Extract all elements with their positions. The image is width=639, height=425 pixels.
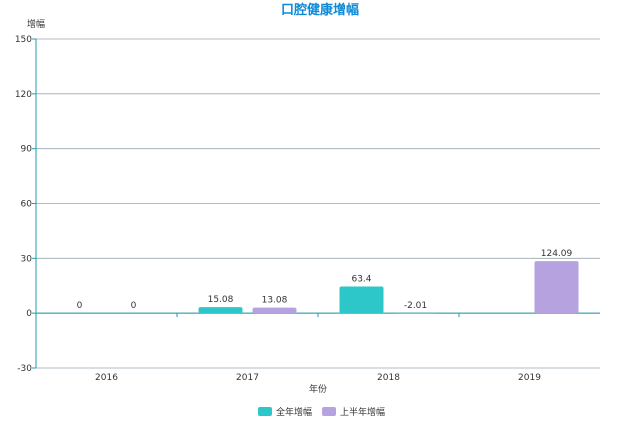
bar-full-year-2017[interactable]	[198, 307, 243, 314]
x-tick-label: 2016	[95, 373, 118, 383]
bar-chart-svg: 口腔健康增幅 增幅 -30 0 30 60 90 120 150 2016 2017 2018 20…	[15, 2, 600, 418]
data-label: 13.08	[262, 296, 288, 306]
y-tick-label: 60	[21, 200, 33, 210]
y-tick-label: 150	[15, 35, 32, 45]
y-tick-label: 0	[26, 309, 32, 319]
bar-half-year-2017[interactable]	[252, 307, 297, 314]
x-axis-title: 年份	[309, 383, 327, 395]
bar-half-year-2018[interactable]	[393, 313, 438, 314]
data-label: 0	[77, 301, 83, 311]
gridlines	[36, 38, 600, 369]
bar-full-year-2018[interactable]	[339, 286, 384, 314]
bar-half-year-2019[interactable]	[534, 261, 579, 314]
legend-label: 全年增幅	[276, 406, 312, 418]
x-tick-label: 2018	[377, 373, 400, 383]
y-axis-title: 增幅	[27, 18, 45, 30]
chart: 口腔健康增幅 增幅 -30 0 30 60 90 120 150 2016 2017 2018 20…	[0, 0, 639, 421]
y-tick-label: 30	[21, 254, 33, 264]
x-tick-label: 2017	[236, 373, 259, 383]
data-label: 0	[131, 301, 137, 311]
legend-swatch	[258, 407, 272, 416]
legend[interactable]: 全年增幅 上半年增幅	[258, 406, 385, 418]
legend-label: 上半年增幅	[340, 406, 385, 418]
y-tick-label: 90	[21, 145, 33, 155]
x-tick-label: 2019	[518, 373, 541, 383]
data-label: -2.01	[404, 301, 427, 311]
axes: -30 0 30 60 90 120 150 2016 2017 2018 2019	[15, 35, 600, 383]
bars[interactable]	[198, 261, 579, 314]
data-label: 124.09	[541, 249, 573, 259]
y-tick-label: -30	[17, 364, 32, 374]
legend-item-full-year[interactable]: 全年增幅	[258, 406, 312, 418]
legend-item-half-year[interactable]: 上半年增幅	[322, 406, 385, 418]
y-tick-label: 120	[15, 90, 32, 100]
data-label: 63.4	[351, 274, 371, 284]
chart-title: 口腔健康增幅	[281, 2, 359, 18]
legend-swatch	[322, 407, 337, 416]
data-label: 15.08	[208, 295, 234, 305]
